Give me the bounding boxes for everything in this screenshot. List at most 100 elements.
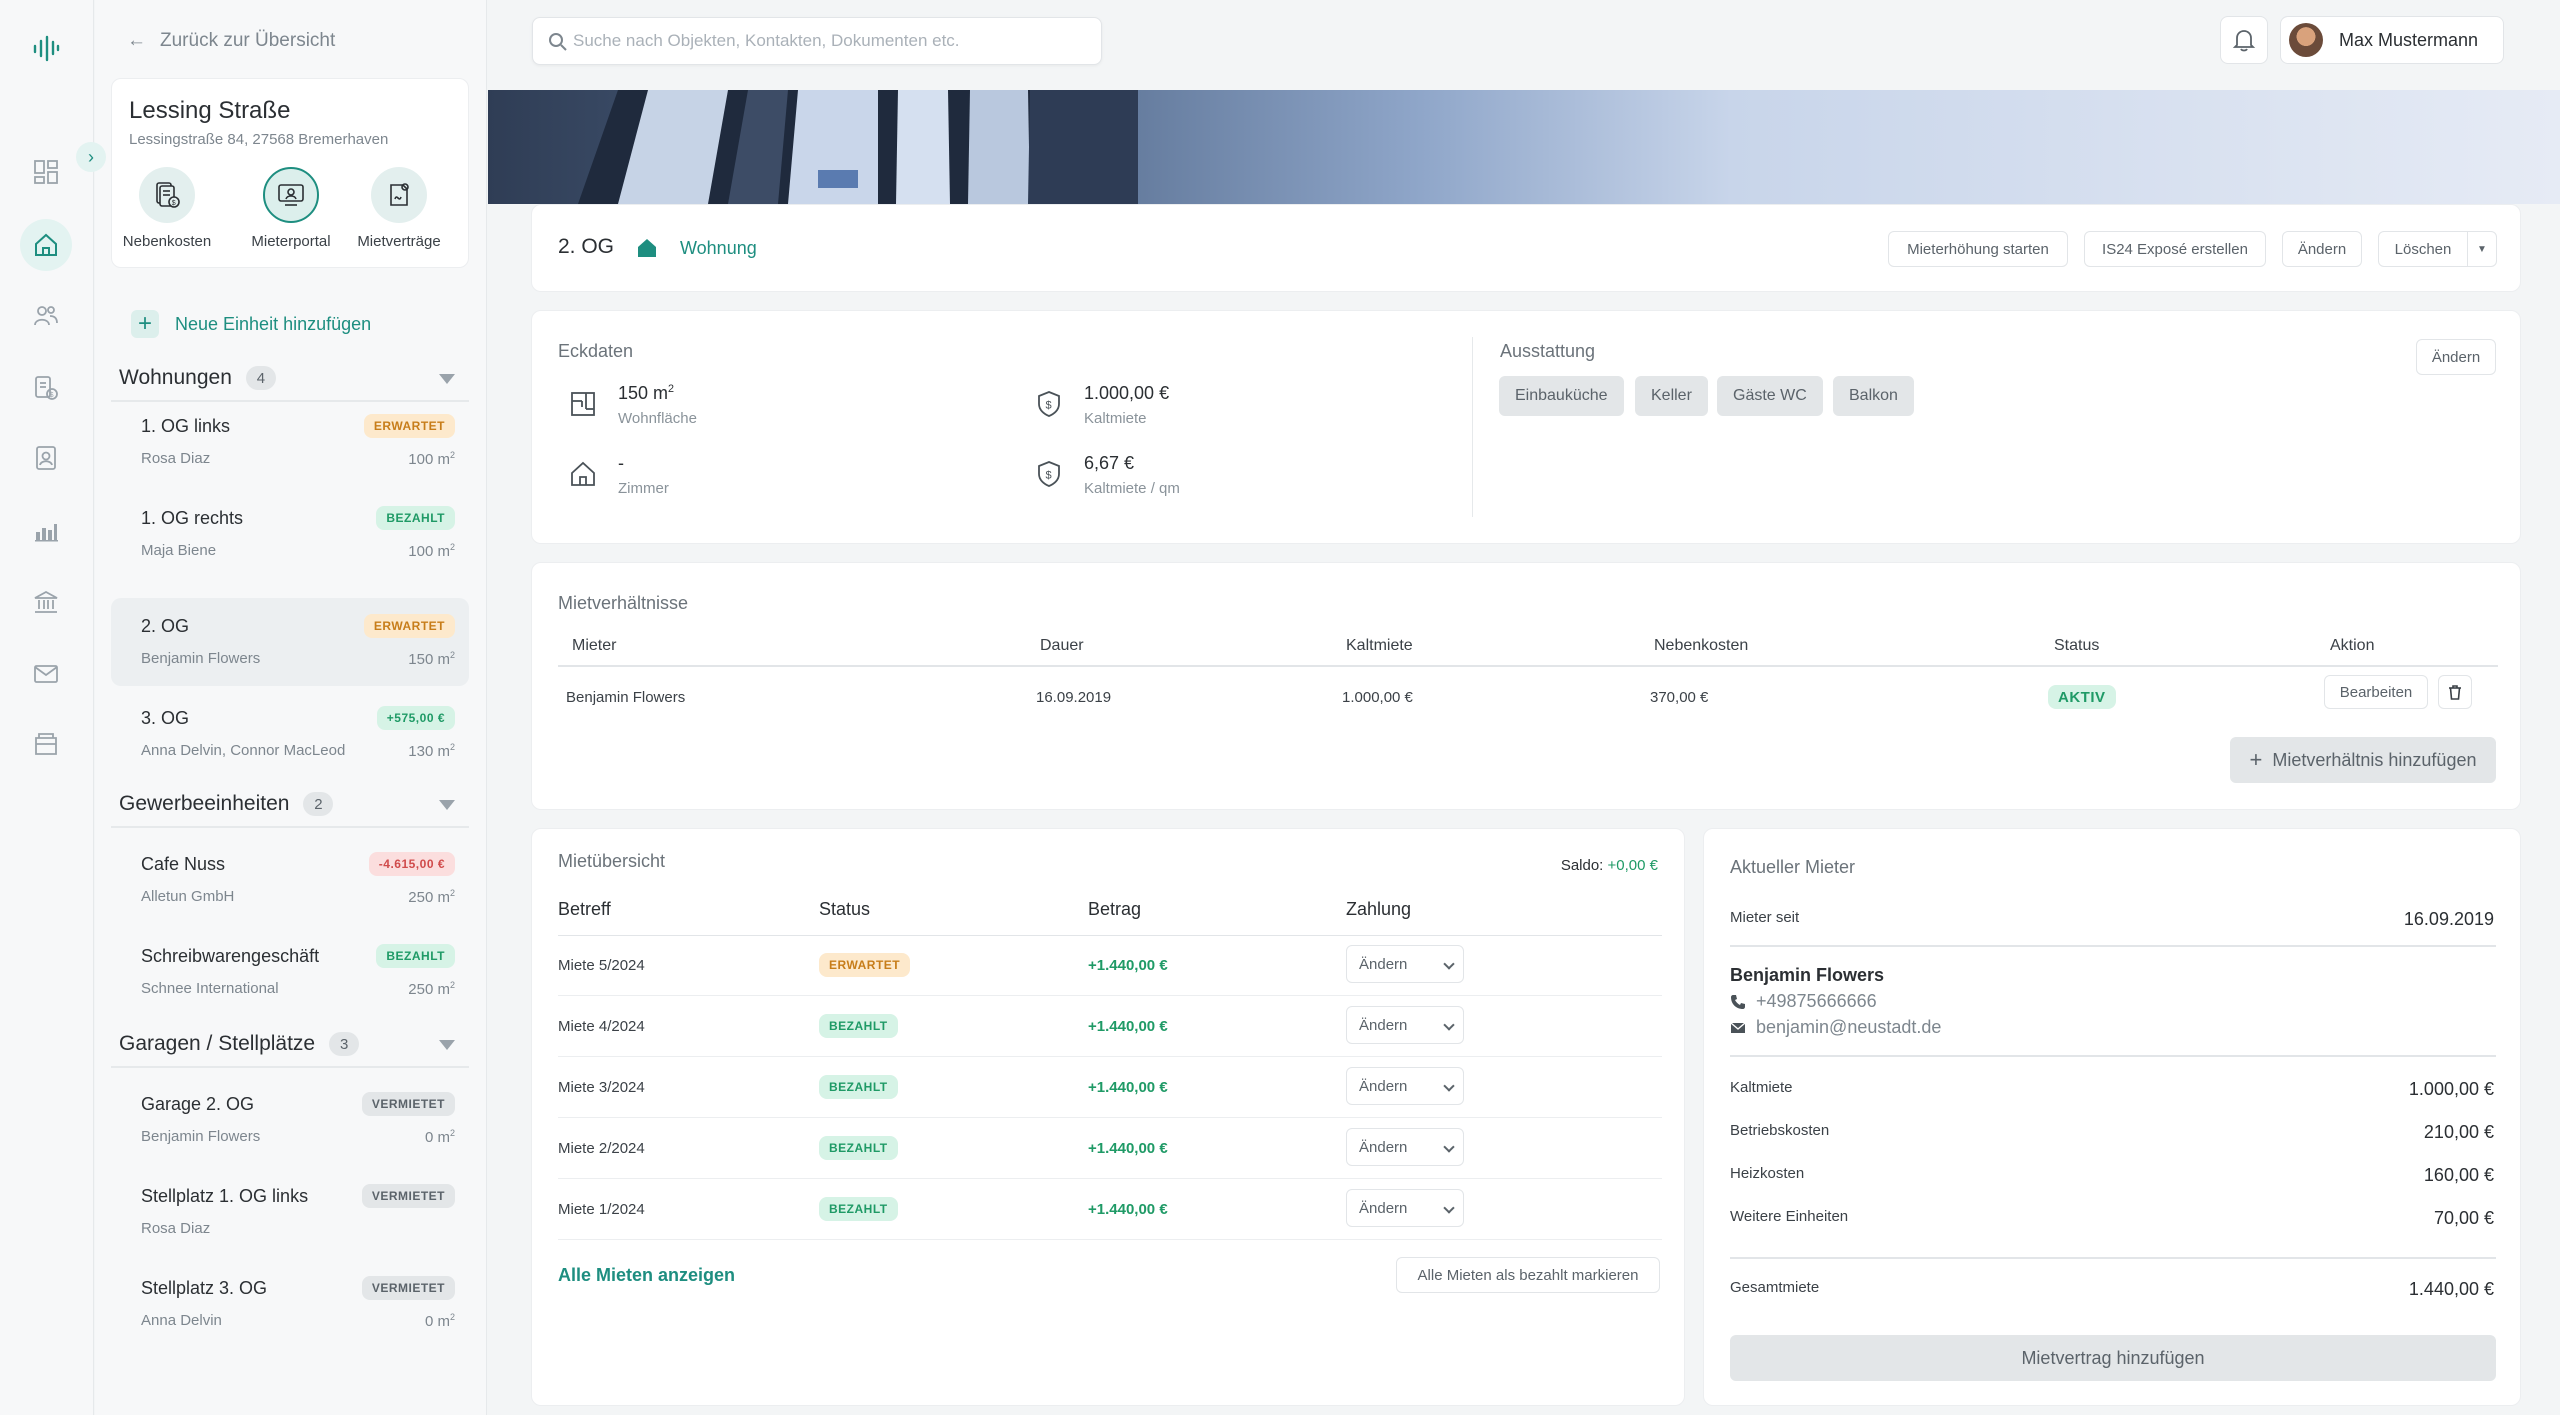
unit-item[interactable]: 1. OG rechts BEZAHLT Maja Biene 100 m2 (111, 490, 469, 578)
group-title: Garagen / Stellplätze (119, 1032, 316, 1055)
divider (1730, 945, 2496, 947)
kv-value: - (618, 453, 624, 473)
is24-expose-button[interactable]: IS24 Exposé erstellen (2084, 231, 2266, 267)
group-header-gewerbeeinheiten[interactable]: Gewerbeeinheiten 2 (111, 782, 469, 828)
add-tenancy-button[interactable]: + Mietverhältnis hinzufügen (2230, 737, 2496, 783)
cost-value: 160,00 € (2423, 1165, 2494, 1185)
unit-item[interactable]: Garage 2. OG VERMIETET Benjamin Flowers … (111, 1076, 469, 1164)
add-contract-button[interactable]: Mietvertrag hinzufügen (1730, 1335, 2496, 1381)
caret-down-icon[interactable] (439, 374, 455, 384)
table-row[interactable]: Benjamin Flowers 16.09.2019 1.000,00 € 3… (558, 669, 2498, 725)
group-header-garagen[interactable]: Garagen / Stellplätze 3 (111, 1022, 469, 1068)
cell-betrag: +1.440,00 € (1088, 1079, 1168, 1096)
show-all-rents-link[interactable]: Alle Mieten anzeigen (558, 1265, 735, 1286)
total-label: Gesamtmiete (1730, 1279, 1820, 1296)
status-badge: BEZAHLT (376, 944, 455, 968)
plus-icon: + (131, 310, 159, 338)
unit-item[interactable]: Cafe Nuss -4.615,00 € Alletun GmbH 250 m… (111, 836, 469, 924)
more-actions-dropdown[interactable]: ▼ (2467, 231, 2497, 267)
column-header: Nebenkosten (1654, 637, 1749, 654)
icon-rail: $ (0, 0, 94, 1415)
mark-all-paid-button[interactable]: Alle Mieten als bezahlt markieren (1396, 1257, 1660, 1293)
payment-select[interactable]: Ändern (1346, 1189, 1464, 1227)
cost-value: 70,00 € (2433, 1208, 2494, 1228)
archive-icon[interactable] (26, 724, 66, 764)
unit-item-selected[interactable]: 2. OG ERWARTET Benjamin Flowers 150 m2 (111, 598, 469, 686)
group-header-wohnungen[interactable]: Wohnungen 4 (111, 356, 469, 402)
back-link[interactable]: ← Zurück zur Übersicht (127, 30, 335, 52)
status-badge: VERMIETET (361, 1184, 455, 1208)
table-row[interactable]: Miete 2/2024 BEZAHLT +1.440,00 € Ändern (558, 1118, 1662, 1179)
unit-area: 0 m2 (424, 1312, 455, 1330)
divider (1472, 337, 1473, 517)
table-row[interactable]: Miete 1/2024 BEZAHLT +1.440,00 € Ändern (558, 1179, 1662, 1240)
tenant-email[interactable]: benjamin@neustadt.de (1730, 1017, 1941, 1038)
documents-icon[interactable]: $ (26, 368, 66, 408)
quick-action-mietvertraege[interactable]: Mietverträge (344, 167, 454, 250)
home-icon[interactable] (20, 219, 72, 271)
column-header: Zahlung (1346, 899, 1412, 919)
dashboard-icon[interactable] (26, 152, 66, 192)
add-tenancy-label: Mietverhältnis hinzufügen (2272, 749, 2477, 770)
unit-area: 100 m2 (408, 542, 455, 560)
unit-item[interactable]: Stellplatz 3. OG VERMIETET Anna Delvin 0… (111, 1260, 469, 1348)
quick-action-mieterportal[interactable]: Mieterportal (236, 167, 346, 250)
tenant-name: Benjamin Flowers (1730, 965, 1885, 985)
global-search[interactable] (532, 17, 1102, 65)
cost-label: Heizkosten (1730, 1165, 1805, 1182)
section-title: Ausstattung (1500, 341, 1596, 361)
edit-unit-button[interactable]: Ändern (2282, 231, 2362, 267)
caret-down-icon[interactable] (439, 800, 455, 810)
column-header: Aktion (2330, 637, 2375, 654)
tenant-phone[interactable]: +49875666666 (1730, 991, 1877, 1012)
table-row[interactable]: Miete 5/2024 ERWARTET +1.440,00 € Ändern (558, 935, 1662, 996)
group-title: Gewerbeeinheiten (119, 792, 290, 815)
payment-select[interactable]: Ändern (1346, 1067, 1464, 1105)
bank-icon[interactable] (26, 582, 66, 622)
arrow-left-icon: ← (127, 30, 146, 51)
notifications-button[interactable] (2220, 16, 2268, 64)
collapse-sidebar-button[interactable]: › (76, 142, 106, 172)
kv-label: Kaltmiete (1084, 410, 1147, 427)
rent-increase-button[interactable]: Mieterhöhung starten (1888, 231, 2068, 267)
delete-tenancy-button[interactable] (2438, 675, 2472, 709)
logo-icon[interactable] (26, 28, 66, 68)
unit-name: 1. OG links (141, 416, 231, 436)
add-unit-button[interactable]: + Neue Einheit hinzufügen (131, 310, 371, 338)
unit-item[interactable]: 3. OG +575,00 € Anna Delvin, Connor MacL… (111, 690, 469, 778)
delete-unit-button[interactable]: Löschen (2378, 231, 2468, 267)
unit-name: Stellplatz 1. OG links (141, 1186, 309, 1206)
unit-item[interactable]: Stellplatz 1. OG links VERMIETET Rosa Di… (111, 1168, 469, 1256)
status-badge: VERMIETET (361, 1276, 455, 1300)
svg-text:$: $ (50, 392, 54, 399)
unit-name: Garage 2. OG (141, 1094, 255, 1114)
cell-betrag: +1.440,00 € (1088, 1018, 1168, 1035)
phone-icon (1731, 994, 1745, 1009)
feature-chip: Keller (1635, 376, 1708, 416)
edit-features-button[interactable]: Ändern (2416, 339, 2496, 375)
unit-item[interactable]: 1. OG links ERWARTET Rosa Diaz 100 m2 (111, 398, 469, 486)
kv-label: Zimmer (618, 480, 669, 497)
chart-icon[interactable] (26, 510, 66, 550)
contacts-icon[interactable] (26, 438, 66, 478)
property-name: Lessing Straße (129, 97, 291, 124)
unit-area: 250 m2 (408, 980, 455, 998)
payment-select[interactable]: Ändern (1346, 1128, 1464, 1166)
svg-text:$: $ (1046, 400, 1052, 412)
users-icon[interactable] (26, 296, 66, 336)
payment-select[interactable]: Ändern (1346, 945, 1464, 983)
unit-tenant: Schnee International (141, 980, 279, 997)
user-menu[interactable]: Max Mustermann (2280, 16, 2504, 64)
edit-tenancy-button[interactable]: Bearbeiten (2324, 675, 2428, 709)
table-row[interactable]: Miete 3/2024 BEZAHLT +1.440,00 € Ändern (558, 1057, 1662, 1118)
mail-icon[interactable] (26, 654, 66, 694)
quick-action-nebenkosten[interactable]: $ Nebenkosten (112, 167, 222, 250)
unit-name: 1. OG rechts (141, 508, 244, 528)
payment-select[interactable]: Ändern (1346, 1006, 1464, 1044)
search-input[interactable] (573, 18, 1083, 64)
unit-item[interactable]: Schreibwarengeschäft BEZAHLT Schnee Inte… (111, 928, 469, 1016)
caret-down-icon[interactable] (439, 1040, 455, 1050)
table-row[interactable]: Miete 4/2024 BEZAHLT +1.440,00 € Ändern (558, 996, 1662, 1057)
svg-text:$: $ (1046, 470, 1052, 482)
status-badge: +575,00 € (376, 706, 455, 730)
